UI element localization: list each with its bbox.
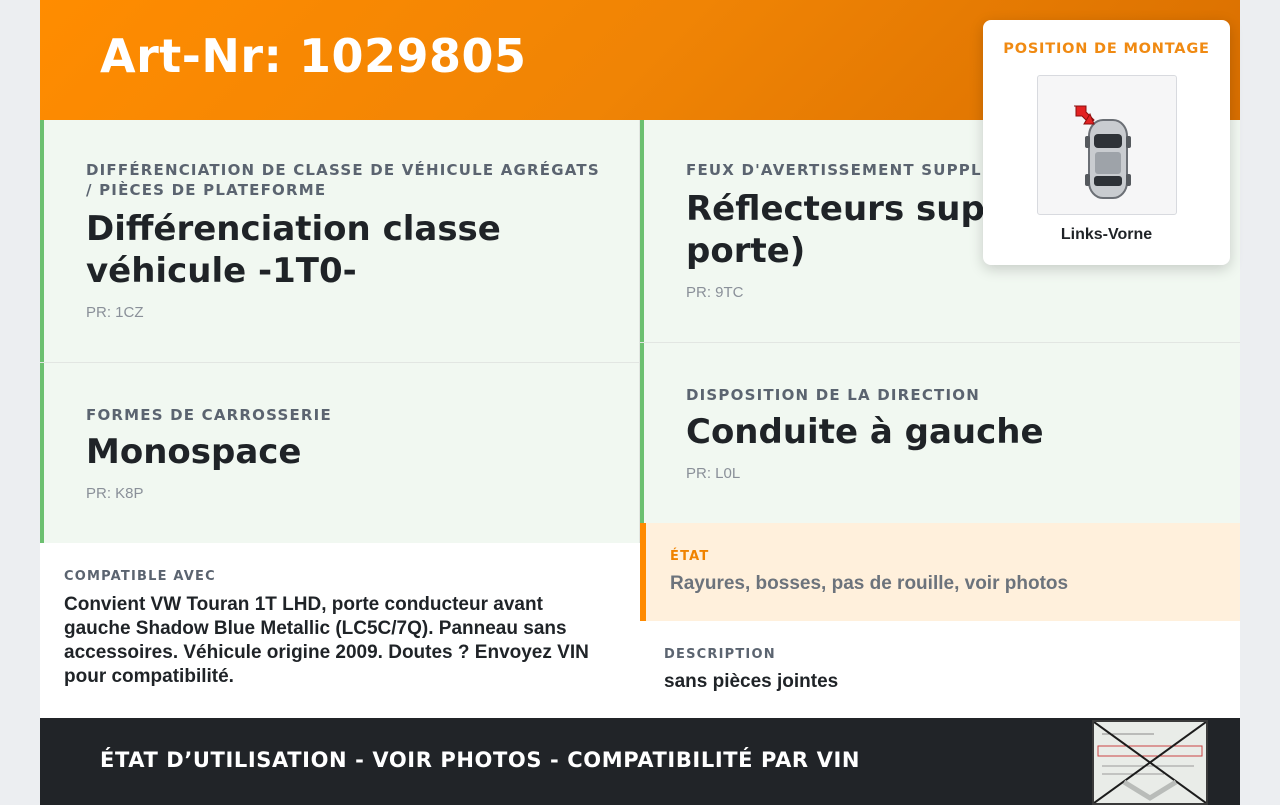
spec-cell-body-style: FORMES DE CARROSSERIE Monospace PR: K8P: [40, 363, 640, 543]
pr-code: PR: 9TC: [686, 284, 744, 301]
description-text: sans pièces jointes: [664, 671, 839, 692]
pr-code: PR: K8P: [86, 485, 144, 502]
spec-value: Conduite à gauche: [686, 412, 1044, 452]
compatibility-text: Convient VW Touran 1T LHD, porte conduct…: [64, 594, 589, 687]
spec-label: DISPOSITION DE LA DIRECTION: [686, 386, 980, 404]
mounting-position-caption: Links-Vorne: [1060, 226, 1153, 243]
mounting-position-image[interactable]: [1037, 75, 1177, 215]
spec-label: DIFFÉRENCIATION DE CLASSE DE VÉHICULE AG…: [86, 161, 600, 199]
article-number-title: Art-Nr: 1029805: [100, 29, 527, 83]
footer-banner: ÉTAT D’UTILISATION - VOIR PHOTOS - COMPA…: [40, 718, 1240, 805]
car-top-view-icon: [1074, 105, 1131, 199]
pr-code: PR: 1CZ: [86, 304, 144, 321]
registration-document-image: [1094, 722, 1206, 803]
condition-section: ÉTAT Rayures, bosses, pas de rouille, vo…: [640, 523, 1240, 621]
compatibility-section: COMPATIBLE AVEC Convient VW Touran 1T LH…: [40, 543, 640, 718]
description-section: DESCRIPTION sans pièces jointes: [640, 621, 1240, 718]
spec-label: FORMES DE CARROSSERIE: [86, 406, 332, 424]
spec-cell-class-differentiation: DIFFÉRENCIATION DE CLASSE DE VÉHICULE AG…: [40, 120, 640, 363]
compatibility-label: COMPATIBLE AVEC: [64, 569, 216, 584]
spec-value: Monospace: [86, 432, 302, 472]
document-thumbnail[interactable]: [1092, 720, 1208, 805]
mounting-position-title: POSITION DE MONTAGE: [1003, 41, 1210, 57]
footer-text: ÉTAT D’UTILISATION - VOIR PHOTOS - COMPA…: [100, 748, 861, 772]
mounting-position-card: POSITION DE MONTAGE Links-Vorne: [983, 20, 1230, 265]
spec-cell-steering: DISPOSITION DE LA DIRECTION Conduite à g…: [640, 343, 1240, 523]
spec-value: Différenciation classe véhicule -1T0-: [86, 209, 501, 291]
position-arrow-icon: [1074, 105, 1095, 125]
pr-code: PR: L0L: [686, 465, 741, 482]
description-label: DESCRIPTION: [664, 647, 776, 662]
spec-value: Réflecteurs supp porte): [686, 189, 1010, 271]
condition-label: ÉTAT: [670, 549, 710, 564]
condition-text: Rayures, bosses, pas de rouille, voir ph…: [670, 573, 1069, 594]
